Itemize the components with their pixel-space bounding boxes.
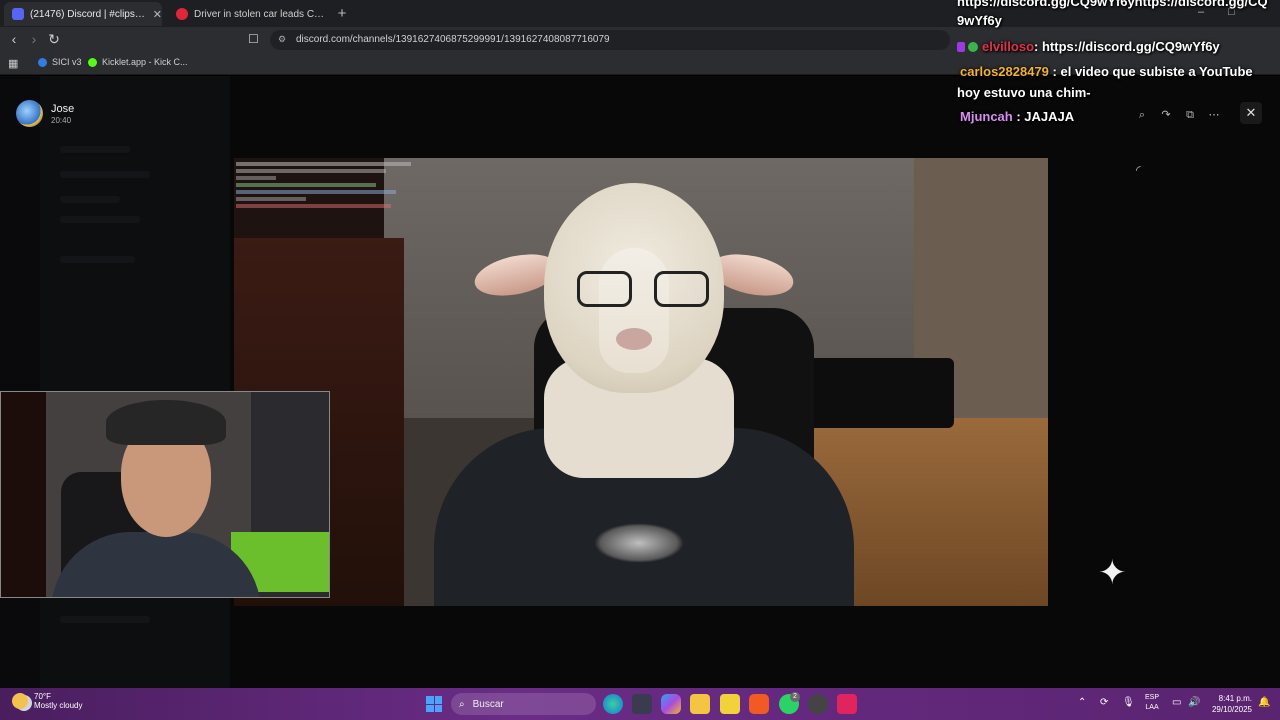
address-bar[interactable]: ⚙ discord.com/channels/13916274068752999… xyxy=(270,30,950,50)
clock-date: 29/10/2025 xyxy=(1211,705,1252,714)
tab-news[interactable]: Driver in stolen car leads CHP on high xyxy=(168,2,328,26)
close-tab-icon[interactable]: ✕ xyxy=(153,8,162,21)
weather-condition: Mostly cloudy xyxy=(34,701,83,710)
back-button[interactable]: ‹ xyxy=(5,31,23,47)
avatar xyxy=(16,100,43,127)
forward-button[interactable]: › xyxy=(25,31,43,47)
weather-icon xyxy=(12,693,28,709)
forward-icon[interactable]: ↷ xyxy=(1154,103,1178,127)
zoom-icon[interactable]: ⌕ xyxy=(1130,103,1154,127)
edge-icon[interactable] xyxy=(603,694,623,714)
bookmark-label: Kicklet.app - Kick C... xyxy=(102,57,188,67)
search-icon: ⌕ xyxy=(459,698,465,710)
bookmark-sici[interactable]: SICI v3 xyxy=(38,57,82,67)
glasses-lens-right xyxy=(654,271,709,307)
sticky-notes-icon[interactable] xyxy=(720,694,740,714)
embedded-chat-text xyxy=(236,160,426,211)
language-indicator[interactable]: ESP LAA xyxy=(1145,693,1159,713)
ghost-channel xyxy=(60,196,120,203)
media-uploader: Jose 20:40 xyxy=(16,100,74,127)
brave-icon[interactable] xyxy=(749,694,769,714)
volume-icon[interactable]: 🔊 xyxy=(1188,697,1200,708)
discord-page: Jose 20:40 ⌕ ↷ ⧉ ⋯ ✕ ◜ ✦ xyxy=(0,76,1280,688)
more-options-icon[interactable]: ⋯ xyxy=(1202,103,1226,127)
sheep-nose xyxy=(616,328,652,350)
show-hidden-icons[interactable]: ⌃ xyxy=(1078,697,1086,708)
discord-icon xyxy=(12,8,24,20)
copilot-icon[interactable] xyxy=(661,694,681,714)
ghost-channel xyxy=(60,256,135,263)
weather-temp: 70°F xyxy=(34,692,51,701)
webcam-cap xyxy=(106,400,226,445)
clock-time: 8:41 p.m. xyxy=(1218,694,1252,703)
youtube-icon xyxy=(176,8,188,20)
new-tab-button[interactable]: + xyxy=(334,5,350,22)
maximize-button[interactable]: □ xyxy=(1228,6,1235,18)
microphone-icon[interactable]: 🎙 xyxy=(1122,697,1135,708)
uploader-name: Jose xyxy=(51,102,75,115)
browser-toolbar: ‹ › ↻ ☐ ⚙ discord.com/channels/139162740… xyxy=(0,27,1280,53)
upload-time: 20:40 xyxy=(51,115,72,125)
globe-icon xyxy=(38,57,47,67)
file-explorer-icon[interactable] xyxy=(690,694,710,714)
browser-tab-bar: (21476) Discord | #clips-memes💀 ✕ Driver… xyxy=(0,0,1280,27)
network-icon[interactable]: ▭ xyxy=(1172,697,1181,708)
bookmark-icon[interactable]: ☐ xyxy=(248,32,259,46)
close-viewer-button[interactable]: ✕ xyxy=(1240,102,1262,124)
lang-code: ESP xyxy=(1145,694,1160,701)
bookmarks-bar: ▦ SICI v3 Kicklet.app - Kick C... xyxy=(0,53,1280,75)
ghost-channel xyxy=(60,171,150,178)
tab-discord[interactable]: (21476) Discord | #clips-memes💀 ✕ xyxy=(4,2,162,26)
bookmark-kicklet[interactable]: Kicklet.app - Kick C... xyxy=(88,57,188,67)
store-icon[interactable] xyxy=(632,694,652,714)
url-text: discord.com/channels/1391627406875299991… xyxy=(296,34,610,45)
tab-title: Driver in stolen car leads CHP on high xyxy=(194,8,328,20)
bookmark-label: SICI v3 xyxy=(52,57,82,67)
search-placeholder: Buscar xyxy=(472,698,504,710)
notifications-icon[interactable]: 🔔 xyxy=(1258,697,1270,708)
reload-button[interactable]: ↻ xyxy=(45,31,63,48)
site-info-icon[interactable]: ⚙ xyxy=(278,34,286,45)
tiktok-icon[interactable] xyxy=(837,694,857,714)
weather-widget[interactable]: 70°F Mostly cloudy xyxy=(12,692,82,710)
tab-title: (21476) Discord | #clips-memes💀 xyxy=(30,8,147,20)
sparkle-icon: ✦ xyxy=(1098,554,1127,592)
taskbar-search[interactable]: ⌕ Buscar xyxy=(451,693,596,715)
app-icon[interactable] xyxy=(808,694,828,714)
ghost-channel xyxy=(60,216,140,223)
sheep-face xyxy=(599,248,669,373)
moth-shirt-graphic xyxy=(594,523,684,563)
apps-grid-icon[interactable]: ▦ xyxy=(8,57,18,70)
kicklet-icon xyxy=(88,57,97,67)
ghost-channel xyxy=(60,616,150,623)
webcam-overlay xyxy=(0,391,330,598)
windows-taskbar: 70°F Mostly cloudy ⌕ Buscar 2 ⌃ ⟳ 🎙 ESP … xyxy=(0,688,1280,720)
sync-icon[interactable]: ⟳ xyxy=(1100,697,1108,708)
media-image[interactable] xyxy=(234,158,1048,606)
open-in-browser-icon[interactable]: ⧉ xyxy=(1178,103,1202,127)
clock[interactable]: 8:41 p.m. 29/10/2025 xyxy=(1208,693,1252,715)
loading-spinner-icon: ◜ xyxy=(1136,163,1141,177)
minimize-button[interactable]: – xyxy=(1198,6,1204,18)
layout-code: LAA xyxy=(1145,704,1159,711)
ghost-channel xyxy=(60,146,130,153)
start-button-icon[interactable] xyxy=(426,696,442,712)
whatsapp-badge: 2 xyxy=(790,692,800,702)
glasses-lens-left xyxy=(577,271,632,307)
